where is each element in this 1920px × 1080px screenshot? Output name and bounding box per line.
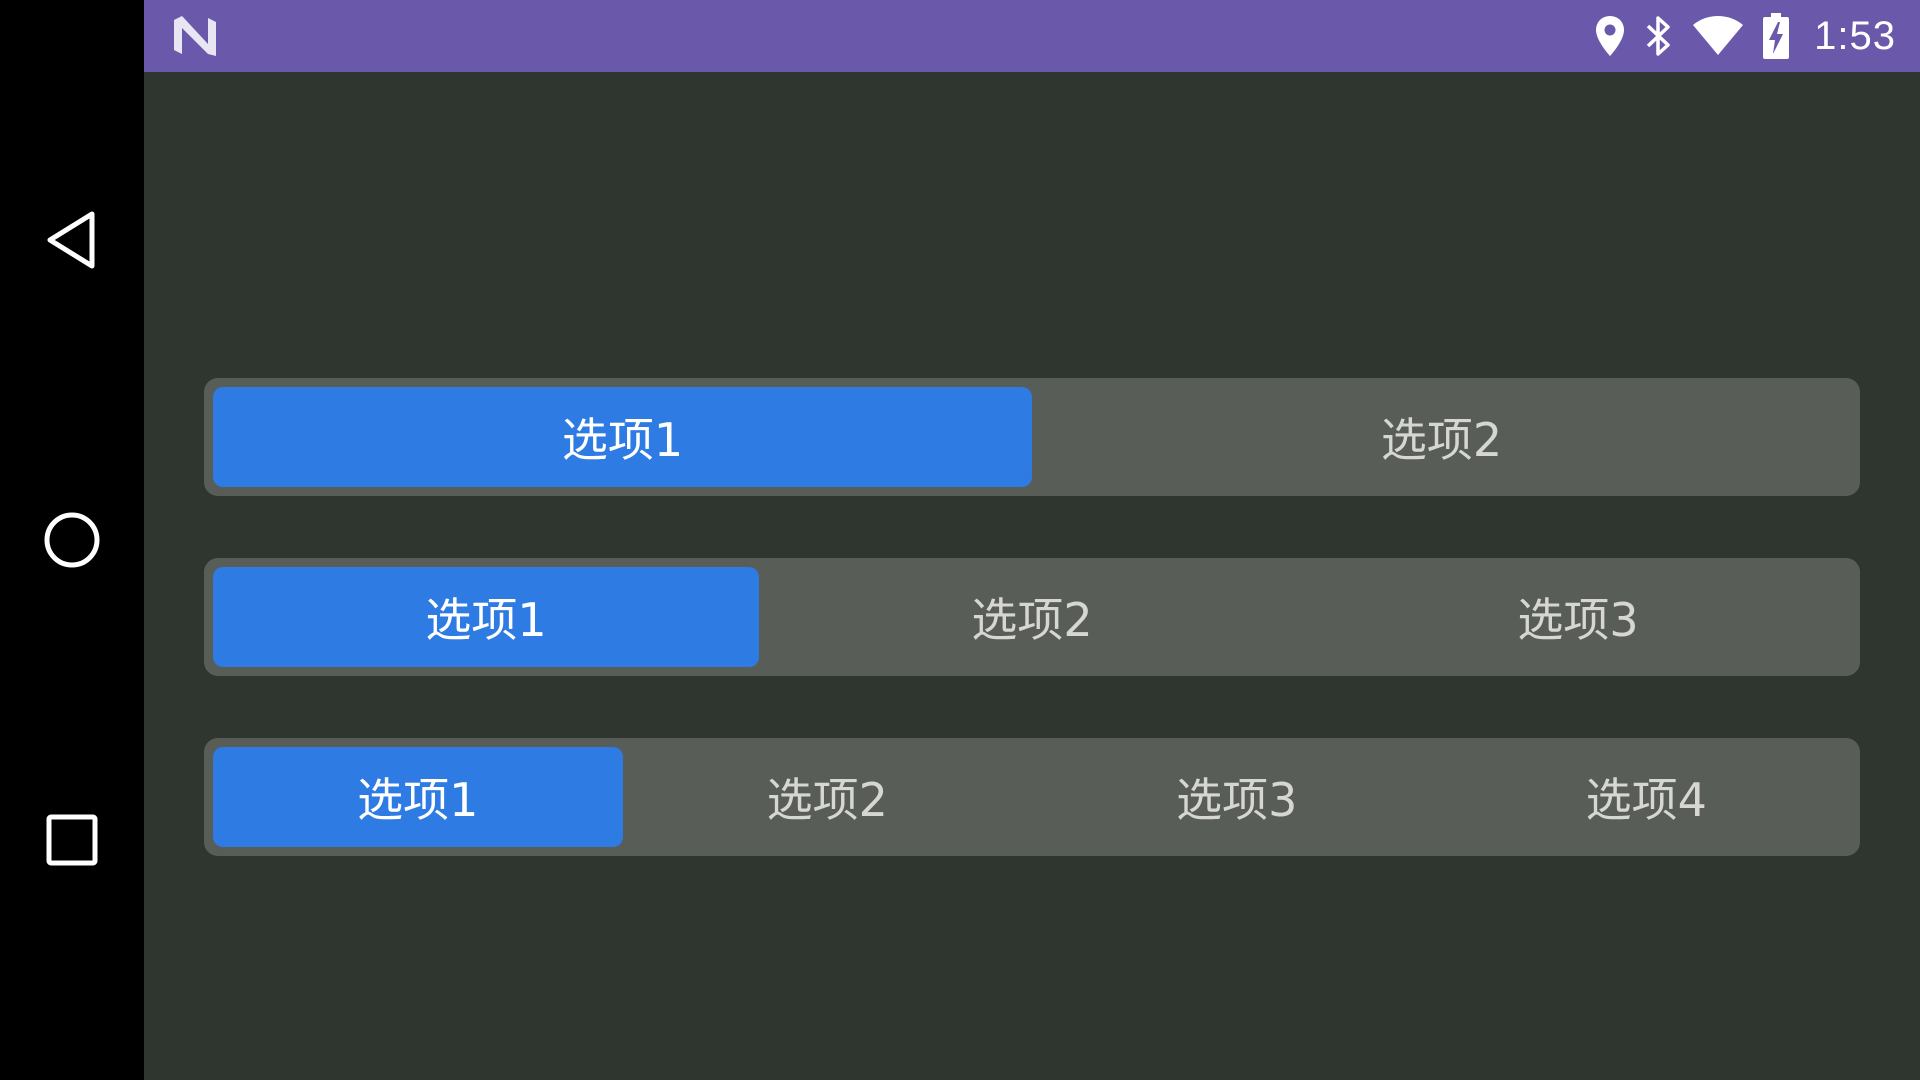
wifi-icon [1692, 12, 1744, 60]
segmented-control-4-options: 选项1 选项2 选项3 选项4 [204, 738, 1860, 856]
screen: 1:53 选项1 选项2 选项1 选项2 选项3 选项1 选项2 选项3 选项4 [0, 0, 1920, 1080]
bluetooth-icon [1644, 12, 1674, 60]
navigation-bar [0, 0, 144, 1080]
main-content: 选项1 选项2 选项1 选项2 选项3 选项1 选项2 选项3 选项4 [144, 72, 1920, 1080]
segmented-control-3-options: 选项1 选项2 选项3 [204, 558, 1860, 676]
status-time: 1:53 [1814, 13, 1896, 58]
recents-button[interactable] [22, 790, 122, 890]
back-icon [47, 211, 95, 269]
segment-option-2[interactable]: 选项2 [759, 567, 1305, 667]
battery-charging-icon [1762, 12, 1790, 60]
recents-icon [46, 814, 98, 866]
status-bar: 1:53 [144, 0, 1920, 72]
segment-option-4[interactable]: 选项4 [1442, 747, 1852, 847]
segmented-control-2-options: 选项1 选项2 [204, 378, 1860, 496]
segment-option-1[interactable]: 选项1 [213, 747, 623, 847]
segment-option-3[interactable]: 选项3 [1305, 567, 1851, 667]
segment-option-2[interactable]: 选项2 [623, 747, 1033, 847]
segment-option-2[interactable]: 选项2 [1032, 387, 1851, 487]
back-button[interactable] [22, 190, 122, 290]
segment-option-1[interactable]: 选项1 [213, 567, 759, 667]
segment-option-1[interactable]: 选项1 [213, 387, 1032, 487]
home-button[interactable] [22, 490, 122, 590]
home-icon [44, 512, 100, 568]
location-icon [1594, 12, 1626, 60]
segment-option-3[interactable]: 选项3 [1032, 747, 1442, 847]
status-icons: 1:53 [1594, 0, 1896, 72]
android-n-logo [174, 16, 216, 56]
